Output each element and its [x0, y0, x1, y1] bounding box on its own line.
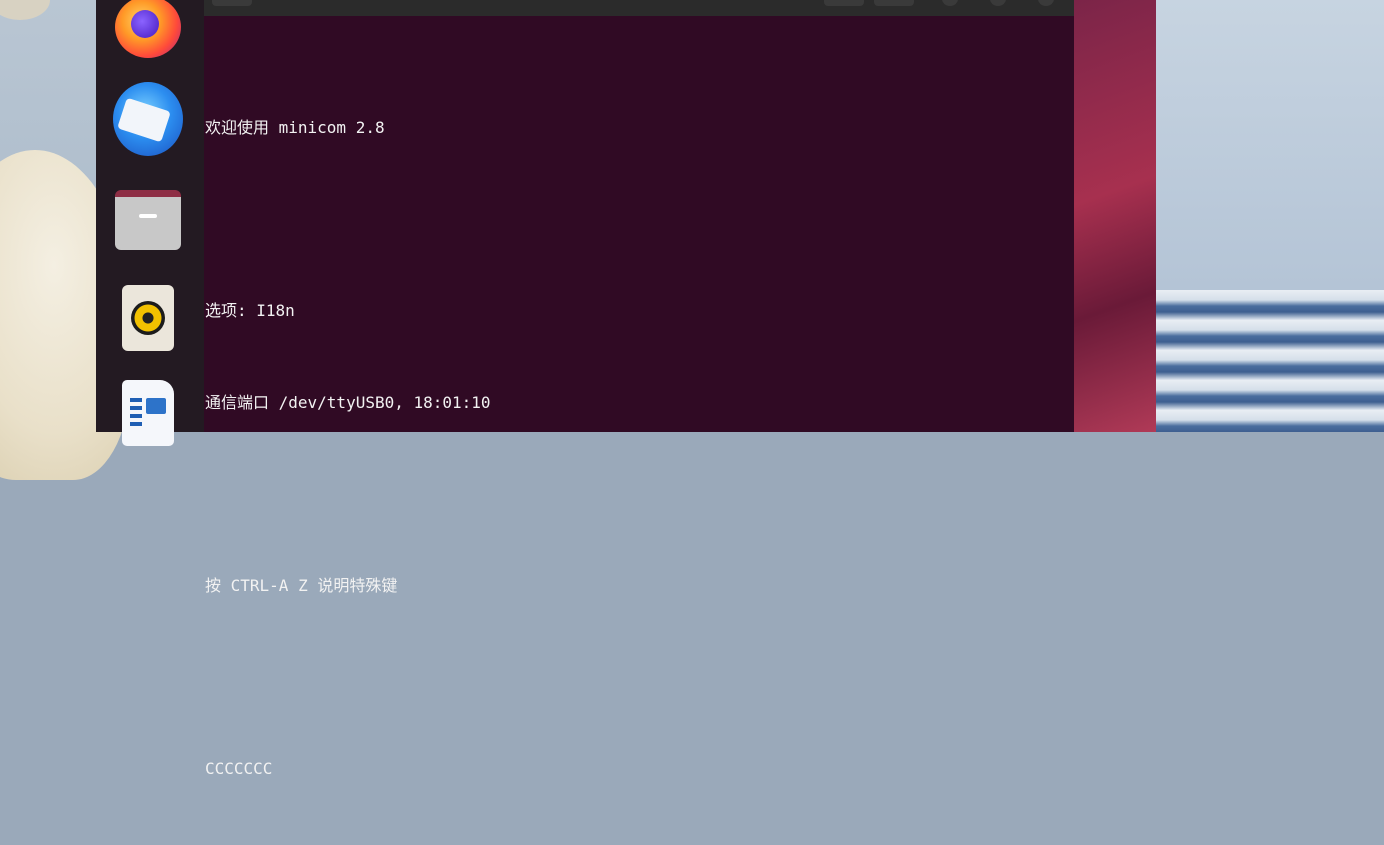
thunderbird-icon[interactable] [113, 82, 183, 156]
close-button[interactable] [1038, 0, 1054, 6]
terminal-output[interactable]: 欢迎使用 minicom 2.8 选项: I18n 通信端口 /dev/ttyU… [205, 52, 491, 845]
menu-button[interactable] [874, 0, 914, 6]
terminal-titlebar [204, 0, 1074, 16]
terminal-line: 按 CTRL-A Z 说明特殊键 [205, 575, 398, 595]
terminal-window[interactable]: 欢迎使用 minicom 2.8 选项: I18n 通信端口 /dev/ttyU… [204, 0, 1074, 778]
minimize-button[interactable] [942, 0, 958, 6]
terminal-line: CCCCCCC [205, 758, 273, 778]
new-tab-button[interactable] [212, 0, 252, 6]
wallpaper-detail [0, 0, 50, 20]
search-button[interactable] [824, 0, 864, 6]
dock [96, 0, 204, 446]
firefox-icon[interactable] [113, 0, 183, 62]
background-window-edge [1060, 0, 1156, 432]
terminal-line: 通信端口 /dev/ttyUSB0, 18:01:10 [205, 392, 491, 412]
rhythmbox-icon[interactable] [113, 283, 183, 353]
files-icon[interactable] [113, 185, 183, 255]
wallpaper-sky [1150, 0, 1384, 290]
terminal-line: 选项: I18n [205, 301, 295, 320]
wallpaper-sea [1150, 290, 1384, 432]
libreoffice-writer-icon[interactable] [113, 378, 183, 448]
terminal-line: 欢迎使用 minicom 2.8 [205, 118, 385, 137]
maximize-button[interactable] [990, 0, 1006, 6]
